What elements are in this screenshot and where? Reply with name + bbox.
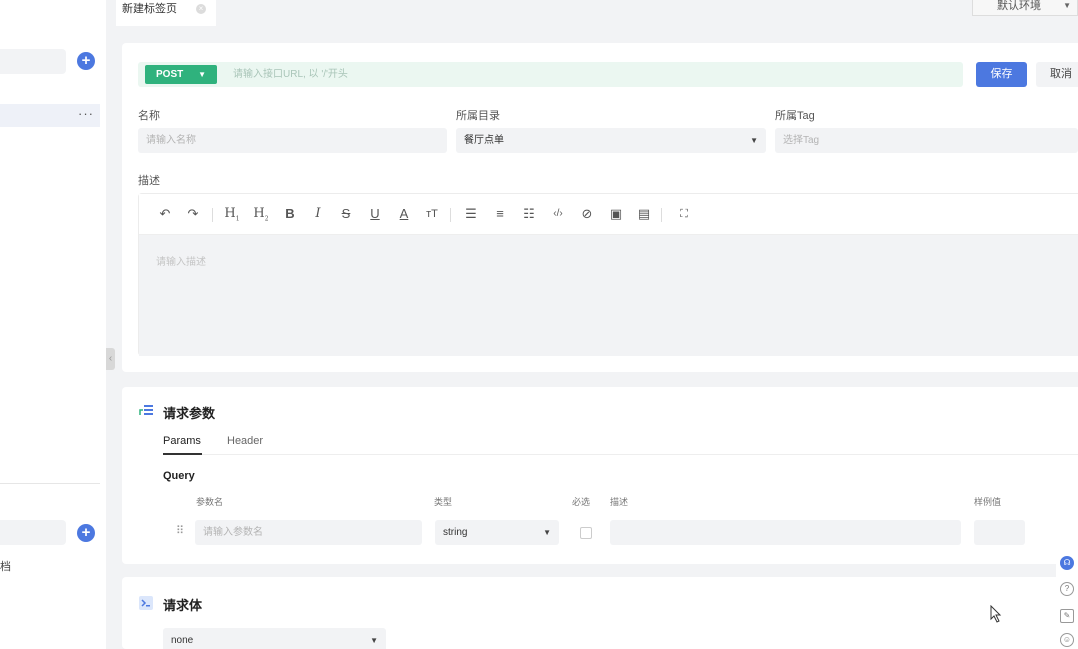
sidebar-add-button-2[interactable]: + — [77, 524, 95, 542]
method-label: POST — [156, 69, 184, 80]
chevron-down-icon: ▼ — [198, 70, 206, 79]
column-description: 描述 — [610, 497, 629, 507]
environment-select[interactable]: 默认环境 ▼ — [972, 0, 1078, 16]
editor-body[interactable]: 请输入描述 — [139, 235, 1078, 356]
ordered-list-icon[interactable]: ≡ — [492, 206, 508, 222]
params-section-icon — [139, 405, 153, 415]
redo-icon[interactable]: ↷ — [185, 206, 201, 222]
mouse-cursor-icon — [990, 605, 1002, 623]
undo-icon[interactable]: ↶ — [157, 206, 173, 222]
body-title: 请求体 — [163, 598, 203, 613]
sidebar-add-button[interactable]: + — [77, 52, 95, 70]
method-select[interactable]: POST ▼ — [145, 65, 217, 84]
strikethrough-icon[interactable]: S — [338, 206, 354, 222]
toolbar-divider — [450, 208, 451, 222]
param-name-input[interactable]: 请输入参数名 — [195, 520, 422, 545]
name-input[interactable]: 请输入名称 — [138, 128, 447, 153]
link-icon[interactable]: ⊘ — [579, 206, 595, 222]
help-icon[interactable]: ? — [1060, 582, 1074, 596]
bold-icon[interactable]: B — [282, 206, 298, 222]
underline-icon[interactable]: U — [367, 206, 383, 222]
font-size-icon[interactable]: тT — [424, 206, 440, 222]
param-type-select[interactable]: string ▼ — [435, 520, 559, 545]
support-icon[interactable]: ☊ — [1060, 556, 1074, 570]
cancel-button[interactable]: 取消 — [1036, 62, 1078, 87]
column-required: 必选 — [572, 497, 591, 507]
request-params-panel: 请求参数 Params Header Query 参数名 类型 必选 描述 样例… — [122, 387, 1078, 564]
description-label: 描述 — [138, 175, 160, 187]
image-icon[interactable]: ▣ — [608, 206, 624, 222]
tab-bar: 新建标签页 × 默认环境 ▼ — [106, 0, 1078, 26]
tab-underline-rule — [163, 454, 1078, 455]
column-param-name: 参数名 — [196, 497, 224, 507]
tab-params[interactable]: Params — [163, 435, 201, 447]
request-info-panel: POST ▼ 请输入接口URL, 以 '/'开头 保存 取消 名称 请输入名称 … — [122, 43, 1078, 372]
param-example-input[interactable] — [974, 520, 1025, 545]
directory-value: 餐厅点单 — [464, 135, 504, 146]
tag-label: 所属Tag — [775, 110, 815, 122]
sidebar-search-input-2[interactable] — [0, 520, 66, 545]
sidebar-divider — [0, 483, 100, 484]
column-type: 类型 — [434, 497, 453, 507]
sidebar-search-input[interactable] — [0, 49, 66, 74]
column-example: 样例值 — [974, 497, 1002, 507]
directory-label: 所属目录 — [456, 110, 500, 122]
table-icon[interactable]: ▤ — [636, 206, 652, 222]
close-icon[interactable]: × — [196, 4, 206, 14]
toolbar-divider — [661, 208, 662, 222]
editor-toolbar: ↶ ↷ H1 H2 B I S U A тT ☰ ≡ ☷ ‹/› ⊘ ▣ ▤ ⛶ — [139, 194, 1078, 235]
sidebar-doc-label[interactable]: 档 — [0, 558, 11, 574]
required-checkbox[interactable] — [580, 527, 592, 539]
chevron-down-icon: ▼ — [750, 136, 758, 145]
param-type-value: string — [443, 527, 468, 538]
heading-2-icon[interactable]: H2 — [253, 206, 269, 228]
chevron-down-icon: ▼ — [543, 528, 551, 537]
sidebar: + ··· + 档 — [0, 0, 106, 649]
params-title: 请求参数 — [163, 406, 216, 421]
code-icon[interactable]: ‹/› — [550, 206, 566, 222]
more-icon[interactable]: ··· — [78, 104, 94, 124]
query-label: Query — [163, 470, 195, 482]
feedback-icon[interactable]: ☺ — [1060, 633, 1074, 647]
body-type-value: none — [171, 635, 194, 646]
save-button[interactable]: 保存 — [976, 62, 1027, 87]
description-editor: ↶ ↷ H1 H2 B I S U A тT ☰ ≡ ☷ ‹/› ⊘ ▣ ▤ ⛶… — [138, 193, 1078, 356]
heading-1-icon[interactable]: H1 — [224, 206, 240, 228]
task-list-icon[interactable]: ☷ — [521, 206, 537, 222]
toolbar-divider — [212, 208, 213, 222]
terminal-icon — [139, 596, 153, 610]
floating-toolbar: ☊ ? ✎ ☺ — [1056, 548, 1078, 649]
edit-icon[interactable]: ✎ — [1060, 609, 1074, 623]
bullet-list-icon[interactable]: ☰ — [463, 206, 479, 222]
font-color-icon[interactable]: A — [396, 206, 412, 222]
name-label: 名称 — [138, 110, 160, 122]
italic-icon[interactable]: I — [310, 206, 326, 222]
url-input[interactable]: 请输入接口URL, 以 '/'开头 — [233, 62, 348, 87]
collapse-sidebar-icon[interactable]: ‹ — [106, 348, 115, 370]
description-placeholder: 请输入描述 — [156, 257, 206, 268]
chevron-down-icon: ▼ — [1063, 1, 1071, 10]
param-description-input[interactable] — [610, 520, 961, 545]
fullscreen-icon[interactable]: ⛶ — [676, 206, 692, 222]
active-tab-indicator — [163, 453, 202, 455]
tab-label: 新建标签页 — [122, 3, 177, 15]
tab-header[interactable]: Header — [227, 435, 263, 447]
chevron-down-icon: ▼ — [370, 636, 378, 645]
tag-select[interactable]: 选择Tag — [775, 128, 1078, 153]
drag-handle-icon[interactable]: ⠿ — [176, 524, 184, 537]
tab-new[interactable]: 新建标签页 × — [116, 0, 216, 26]
environment-label: 默认环境 — [997, 0, 1041, 12]
url-bar: POST ▼ 请输入接口URL, 以 '/'开头 — [138, 62, 963, 87]
request-body-panel: 请求体 none ▼ — [122, 577, 1078, 649]
directory-select[interactable]: 餐厅点单 ▼ — [456, 128, 766, 153]
body-type-select[interactable]: none ▼ — [163, 628, 386, 649]
